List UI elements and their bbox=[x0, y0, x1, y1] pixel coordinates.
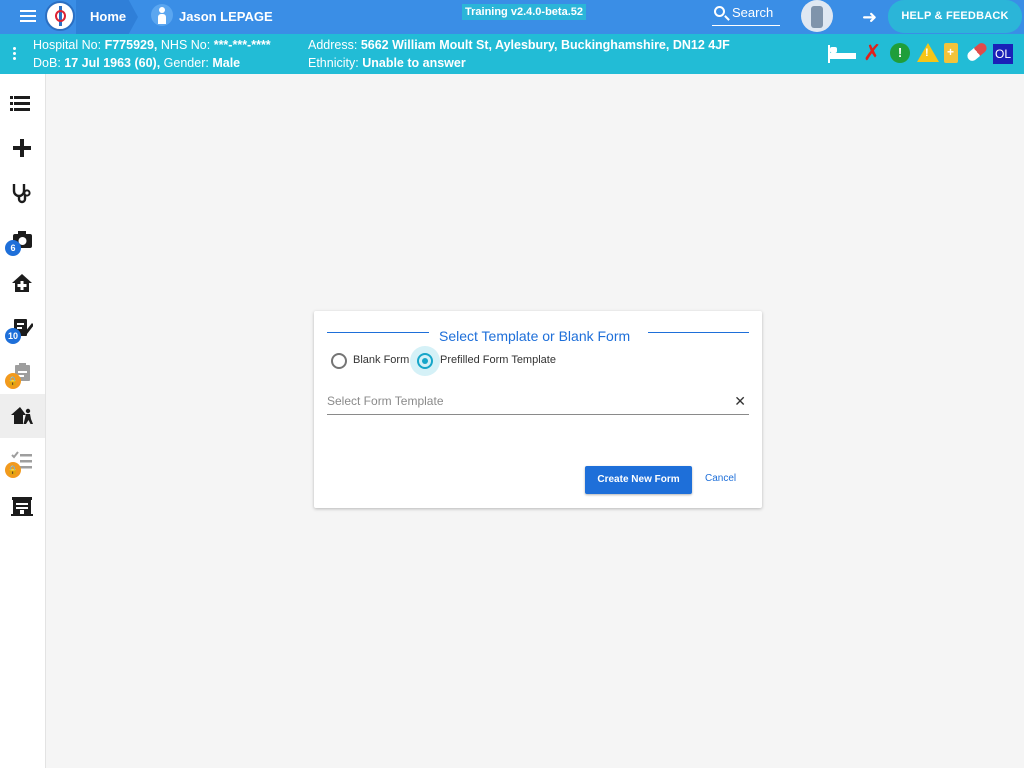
menu-icon[interactable] bbox=[20, 10, 36, 23]
logout-icon[interactable]: ➜ bbox=[862, 8, 877, 26]
ol-badge[interactable]: OL bbox=[993, 44, 1013, 64]
notes-count-badge: 10 bbox=[5, 328, 21, 344]
address-label: Address: bbox=[308, 38, 358, 52]
cancel-button[interactable]: Cancel bbox=[705, 473, 736, 484]
title-divider-right bbox=[648, 332, 749, 333]
nhs-no-value: ***-***-**** bbox=[213, 38, 271, 52]
dob-label: DoB: bbox=[33, 56, 61, 70]
plus-icon bbox=[13, 139, 31, 157]
ethnicity-value: Unable to answer bbox=[362, 56, 466, 70]
create-new-form-button[interactable]: Create New Form bbox=[585, 466, 692, 494]
dob-value: 17 Jul 1963 (60), bbox=[64, 56, 161, 70]
sidebar-item-clinical[interactable] bbox=[0, 171, 45, 215]
ethnicity-label: Ethnicity: bbox=[308, 56, 359, 70]
clipboard-icon[interactable] bbox=[944, 43, 958, 63]
title-divider-left bbox=[327, 332, 429, 333]
nhs-no-label: NHS No: bbox=[160, 38, 211, 52]
radio-blank-form[interactable] bbox=[331, 353, 347, 369]
version-label: Training v2.4.0-beta.52 bbox=[462, 4, 586, 20]
app-logo bbox=[45, 1, 75, 31]
more-options-icon[interactable] bbox=[13, 47, 17, 62]
clear-icon[interactable]: ✕ bbox=[734, 393, 746, 410]
radio-blank-form-label[interactable]: Blank Form bbox=[353, 354, 409, 366]
search-button[interactable]: Search bbox=[712, 4, 780, 26]
select-template-dialog: Select Template or Blank Form Blank Form… bbox=[314, 311, 762, 508]
address-value: 5662 William Moult St, Aylesbury, Buckin… bbox=[360, 38, 730, 52]
sidebar-item-checklist[interactable]: 🔒 bbox=[0, 439, 45, 483]
sidebar-item-notes[interactable]: 10 bbox=[0, 305, 45, 349]
house-medical-icon bbox=[12, 274, 32, 292]
house-exit-icon bbox=[11, 407, 33, 424]
search-label: Search bbox=[732, 5, 774, 20]
search-icon bbox=[714, 6, 725, 17]
form-template-placeholder: Select Form Template bbox=[327, 394, 444, 408]
banner-ethnicity: Ethnicity: Unable to answer bbox=[308, 56, 466, 70]
building-icon bbox=[11, 497, 33, 516]
banner-dob: DoB: 17 Jul 1963 (60), Gender: Male bbox=[33, 56, 240, 70]
banner-ids: Hospital No: F775929, NHS No: ***-***-**… bbox=[33, 38, 271, 52]
lock-icon: 🔒 bbox=[5, 462, 21, 478]
sidebar: 6 10 🔒 🔒 bbox=[0, 74, 46, 768]
alert-icon[interactable]: ! bbox=[890, 43, 910, 63]
sidebar-item-list[interactable] bbox=[0, 81, 45, 125]
photos-count-badge: 6 bbox=[5, 240, 21, 256]
patient-icon bbox=[151, 4, 173, 26]
sidebar-item-add[interactable] bbox=[0, 126, 45, 170]
gender-value: Male bbox=[212, 56, 241, 70]
hospital-no-label: Hospital No: bbox=[33, 38, 102, 52]
cross-icon[interactable]: ✗ bbox=[863, 42, 881, 64]
breadcrumb-patient[interactable]: Jason LEPAGE bbox=[179, 9, 273, 24]
radio-prefilled-template-label[interactable]: Prefilled Form Template bbox=[440, 354, 556, 366]
medication-icon[interactable] bbox=[965, 41, 989, 63]
bed-icon[interactable] bbox=[828, 45, 856, 63]
form-template-select[interactable]: Select Form Template ✕ bbox=[327, 391, 749, 415]
sidebar-item-facility[interactable] bbox=[0, 484, 45, 528]
banner-address: Address: 5662 William Moult St, Aylesbur… bbox=[308, 38, 730, 52]
sidebar-item-home-care[interactable] bbox=[0, 261, 45, 305]
patient-banner: Hospital No: F775929, NHS No: ***-***-**… bbox=[0, 34, 1024, 74]
warning-mark: ! bbox=[925, 47, 929, 59]
hospital-no-value: F775929, bbox=[104, 38, 158, 52]
dialog-title: Select Template or Blank Form bbox=[439, 328, 631, 344]
sidebar-item-photos[interactable]: 6 bbox=[0, 217, 45, 261]
list-icon bbox=[10, 92, 33, 114]
user-avatar[interactable] bbox=[801, 0, 833, 32]
sidebar-item-locked-forms[interactable]: 🔒 bbox=[0, 350, 45, 394]
radio-prefilled-template[interactable] bbox=[417, 353, 433, 369]
lock-icon: 🔒 bbox=[5, 373, 21, 389]
stethoscope-icon bbox=[12, 184, 31, 204]
sidebar-item-discharge[interactable] bbox=[0, 394, 45, 438]
help-feedback-button[interactable]: HELP & FEEDBACK bbox=[888, 0, 1022, 33]
top-app-bar: Home Jason LEPAGE Training v2.4.0-beta.5… bbox=[0, 0, 1024, 34]
gender-label: Gender: bbox=[163, 56, 209, 70]
breadcrumb-home-label[interactable]: Home bbox=[90, 9, 126, 24]
